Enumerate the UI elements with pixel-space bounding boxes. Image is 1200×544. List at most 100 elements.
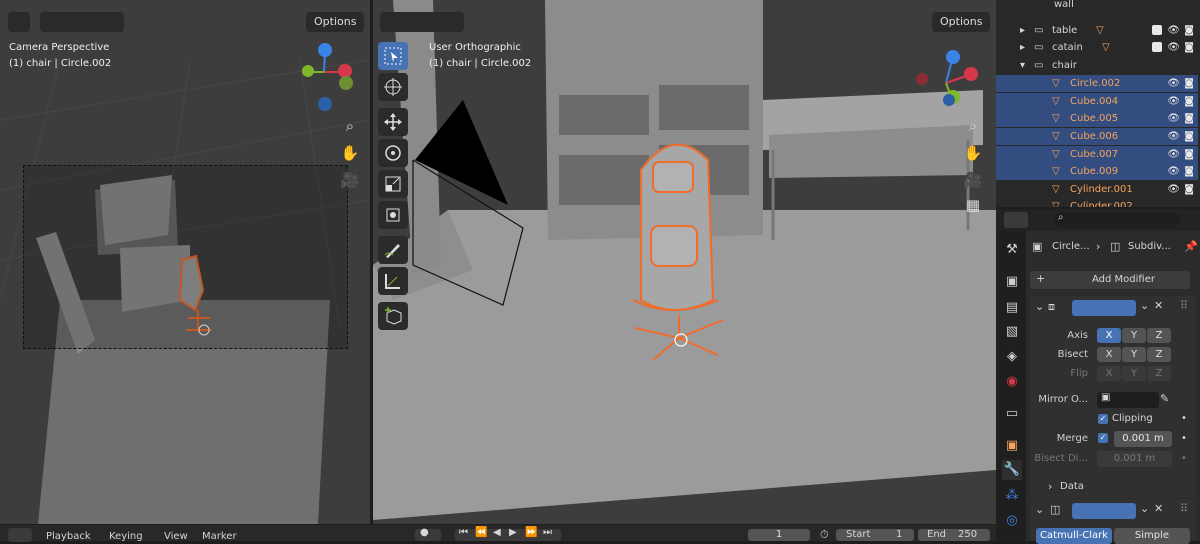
scene-tab-icon[interactable]: ◈ (1002, 347, 1022, 367)
tool-select-box[interactable] (378, 42, 408, 70)
tool-tab-icon[interactable]: ⚒ (1002, 240, 1022, 260)
visibility-eye-icon[interactable]: 👁 (1167, 22, 1180, 39)
properties-search-field[interactable]: ⌕ (1054, 212, 1180, 228)
tool-add-cube[interactable] (378, 302, 408, 330)
exclude-checkbox[interactable] (1152, 25, 1162, 35)
tool-move[interactable] (378, 108, 408, 136)
axis-x-toggle[interactable]: X (1097, 328, 1121, 343)
visibility-eye-icon[interactable]: 👁 (1167, 128, 1180, 145)
zoom-icon[interactable]: ⌕ (339, 115, 361, 137)
outliner-row-object[interactable]: ▽ Cylinder.002 (996, 198, 1198, 207)
close-icon[interactable]: ✕ (1154, 299, 1163, 312)
navigation-gizmo[interactable] (911, 48, 981, 113)
view-menu[interactable]: View (164, 531, 188, 542)
pan-hand-icon[interactable]: ✋ (962, 142, 984, 164)
outliner-row-chair[interactable]: ▾ ▭ chair (996, 57, 1198, 74)
render-camera-icon[interactable]: ◙ (1184, 75, 1194, 92)
axis-z-toggle[interactable]: Z (1147, 328, 1171, 343)
modifier-tab-icon[interactable]: 🔧 (1002, 460, 1022, 480)
add-modifier-button[interactable]: + Add Modifier (1030, 271, 1190, 289)
render-tab-icon[interactable]: ▣ (1002, 272, 1022, 292)
outliner-row-wall[interactable]: wall (996, 0, 1198, 13)
play-reverse-icon[interactable]: ◀ (493, 527, 501, 538)
visibility-eye-icon[interactable]: 👁 (1167, 163, 1180, 180)
jump-start-icon[interactable]: ⏮ (459, 527, 468, 538)
data-subpanel-header[interactable]: › Data (1030, 478, 1196, 496)
outliner-row-object[interactable]: ▽ Cylinder.001 👁 ◙ (996, 181, 1198, 198)
mirror-object-field[interactable]: ▣ (1097, 392, 1159, 408)
modifier-visibility-toggles[interactable] (1072, 503, 1136, 519)
drag-handle-icon[interactable]: ⠿ (1180, 502, 1188, 515)
keyframe-dot-icon[interactable]: • (1181, 433, 1187, 444)
keying-menu[interactable]: Keying (109, 531, 143, 542)
options-dropdown[interactable]: Options (306, 12, 365, 32)
collection-tab-icon[interactable]: ▭ (1002, 404, 1022, 424)
render-camera-icon[interactable]: ◙ (1184, 163, 1194, 180)
left-viewport[interactable]: Options Camera Perspective (1) chair | C… (0, 0, 370, 524)
render-camera-icon[interactable]: ◙ (1184, 110, 1194, 127)
navigation-gizmo[interactable] (296, 42, 356, 112)
editor-type-button[interactable] (1004, 212, 1028, 228)
axis-y-toggle[interactable]: Y (1122, 328, 1146, 343)
render-camera-icon[interactable]: ◙ (1184, 93, 1194, 110)
physics-tab-icon[interactable]: ◎ (1002, 511, 1022, 531)
bisect-z-toggle[interactable]: Z (1147, 347, 1171, 362)
tool-transform[interactable] (378, 201, 408, 229)
next-keyframe-icon[interactable]: ⏩ (525, 527, 537, 538)
outliner-row-object[interactable]: ▽ Cube.005 👁 ◙ (996, 110, 1198, 127)
bisect-x-toggle[interactable]: X (1097, 347, 1121, 362)
stopwatch-icon[interactable]: ⏱ (820, 528, 829, 542)
record-button[interactable]: ● (415, 527, 441, 541)
render-camera-icon[interactable]: ◙ (1184, 39, 1194, 56)
world-tab-icon[interactable]: ◉ (1002, 372, 1022, 392)
visibility-eye-icon[interactable]: 👁 (1167, 146, 1180, 163)
dropdown-chevron-icon[interactable]: ⌄ (1140, 502, 1149, 515)
perspective-toggle-icon[interactable]: ▦ (962, 194, 984, 216)
keyframe-dot-icon[interactable]: • (1181, 453, 1187, 464)
exclude-checkbox[interactable] (1152, 42, 1162, 52)
object-tab-icon[interactable]: ▣ (1002, 436, 1022, 456)
editor-type-button[interactable] (8, 528, 32, 542)
tool-cursor[interactable] (378, 73, 408, 101)
render-camera-icon[interactable]: ◙ (1184, 181, 1194, 198)
merge-distance-field[interactable]: 0.001 m (1114, 431, 1172, 447)
expand-arrow-icon[interactable]: ▸ (1020, 39, 1025, 56)
tool-measure[interactable] (378, 267, 408, 295)
outliner-row-table[interactable]: ▸ ▭ table ▽ 👁 ◙ (996, 22, 1198, 39)
pan-hand-icon[interactable]: ✋ (339, 142, 361, 164)
outliner-row-object[interactable]: ▽ Cube.004 👁 ◙ (996, 93, 1198, 110)
visibility-eye-icon[interactable]: 👁 (1167, 181, 1180, 198)
clipping-checkbox[interactable]: ✓ (1098, 414, 1108, 424)
select-mode-icons[interactable] (40, 12, 124, 32)
outliner-row-object[interactable]: ▽ Cube.009 👁 ◙ (996, 163, 1198, 180)
view-layer-tab-icon[interactable]: ▧ (1002, 322, 1022, 342)
start-frame-field[interactable]: Start 1 (836, 529, 914, 541)
visibility-eye-icon[interactable]: 👁 (1167, 93, 1180, 110)
flip-x-toggle[interactable]: X (1097, 366, 1121, 381)
outliner-row-object[interactable]: ▽ Cube.006 👁 ◙ (996, 128, 1198, 145)
render-camera-icon[interactable]: ◙ (1184, 128, 1194, 145)
pin-icon[interactable]: 📌 (1184, 240, 1198, 253)
outliner-row-catain[interactable]: ▸ ▭ catain ▽ 👁 ◙ (996, 39, 1198, 56)
prev-keyframe-icon[interactable]: ⏪ (475, 527, 487, 538)
camera-view-icon[interactable]: 🎥 (339, 169, 361, 191)
modifier-visibility-toggles[interactable] (1072, 300, 1136, 316)
tool-scale[interactable] (378, 170, 408, 198)
render-camera-icon[interactable]: ◙ (1184, 22, 1194, 39)
marker-menu[interactable]: Marker (202, 531, 237, 542)
mirror-modifier-header[interactable]: ⌄ ⧈ ⌄ ✕ ⠿ (1030, 296, 1196, 320)
current-frame-field[interactable]: 1 (748, 529, 810, 541)
bisect-y-toggle[interactable]: Y (1122, 347, 1146, 362)
tool-annotate[interactable] (378, 236, 408, 264)
flip-z-toggle[interactable]: Z (1147, 366, 1171, 381)
dropdown-chevron-icon[interactable]: ⌄ (1140, 299, 1149, 312)
merge-checkbox[interactable]: ✓ (1098, 433, 1108, 443)
visibility-eye-icon[interactable]: 👁 (1167, 75, 1180, 92)
outliner-row-object[interactable]: ▽ Circle.002 👁 ◙ (996, 75, 1198, 92)
render-camera-icon[interactable]: ◙ (1184, 146, 1194, 163)
particles-tab-icon[interactable]: ⁂ (1002, 486, 1022, 506)
catmull-clark-button[interactable]: Catmull-Clark (1036, 528, 1112, 544)
tool-rotate[interactable] (378, 139, 408, 167)
zoom-icon[interactable]: ⌕ (962, 115, 984, 137)
drag-handle-icon[interactable]: ⠿ (1180, 299, 1188, 312)
